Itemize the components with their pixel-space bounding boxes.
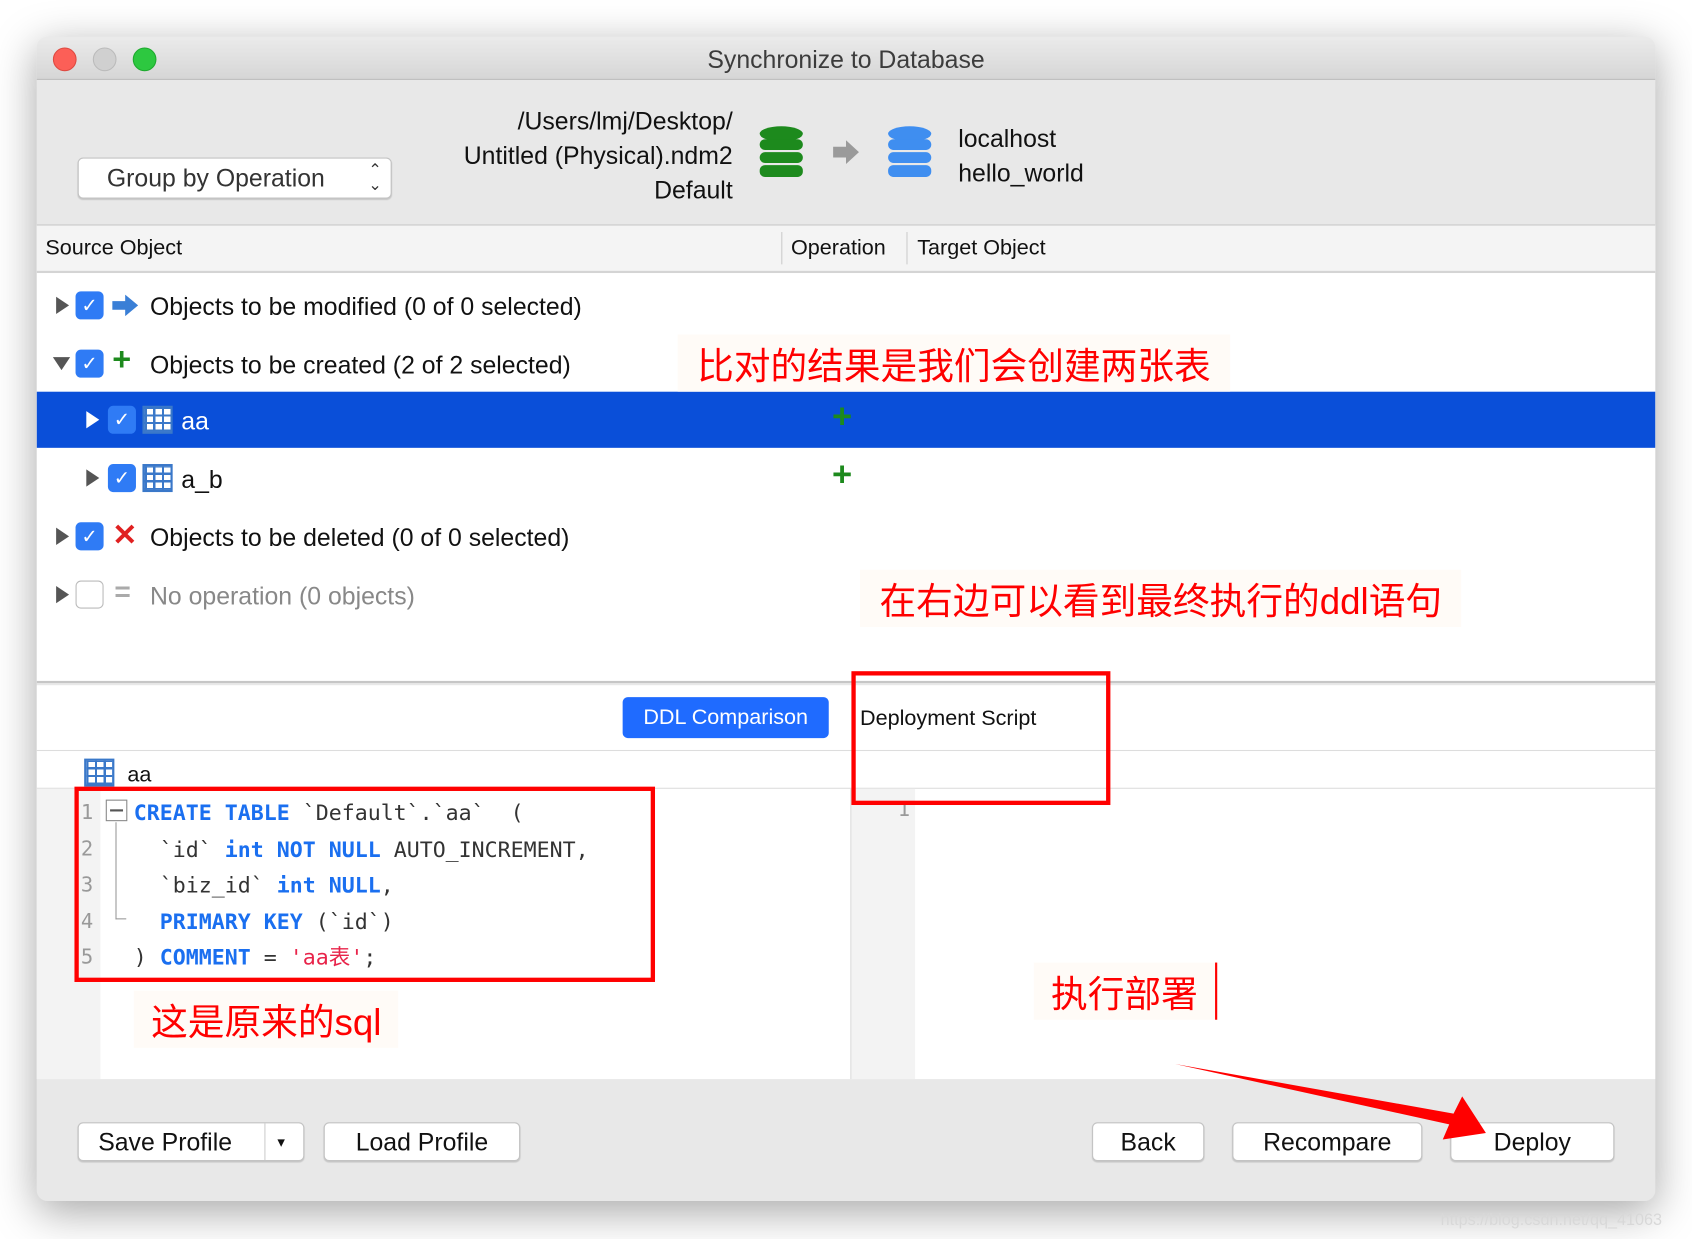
title-bar: Synchronize to Database <box>36 36 1656 80</box>
arrow-right-icon <box>112 294 139 317</box>
arrow-right-icon <box>833 140 859 165</box>
row-label: Objects to be created (2 of 2 selected) <box>149 350 571 379</box>
col-target-object[interactable]: Target Object <box>917 236 1045 261</box>
object-row-aa[interactable]: ✓ aa + <box>36 391 1656 448</box>
checkbox[interactable]: ✓ <box>107 464 136 493</box>
right-gutter <box>850 788 916 1080</box>
source-path: /Users/lmj/Desktop/ <box>517 106 733 135</box>
updown-chevron-icon: ⌃ ⌄ <box>368 160 383 195</box>
annotation-arrow-icon <box>1175 1063 1486 1140</box>
disclosure-triangle-icon[interactable] <box>56 296 70 315</box>
target-info: localhost hello_world <box>958 121 1084 190</box>
group-row-modified[interactable]: ✓ Objects to be modified (0 of 0 selecte… <box>37 277 1656 333</box>
checkbox[interactable]: ✓ <box>107 405 136 434</box>
disclosure-triangle-icon[interactable] <box>56 585 70 604</box>
disclosure-triangle-icon[interactable] <box>86 411 100 429</box>
annotation-created: 比对的结果是我们会创建两张表 <box>677 334 1231 392</box>
ddl-object-name: aa <box>127 762 152 787</box>
checkbox[interactable]: ✓ <box>75 291 104 320</box>
row-label: Objects to be deleted (0 of 0 selected) <box>149 523 570 552</box>
target-database-icon <box>888 126 932 177</box>
group-row-deleted[interactable]: ✓ ✕ Objects to be deleted (0 of 0 select… <box>37 508 1656 564</box>
load-profile-button[interactable]: Load Profile <box>323 1122 521 1162</box>
disclosure-triangle-icon[interactable] <box>86 469 100 487</box>
checkbox[interactable] <box>75 580 104 609</box>
col-operation[interactable]: Operation <box>791 236 886 261</box>
operation-plus-icon: + <box>831 396 853 435</box>
checkbox[interactable]: ✓ <box>75 522 104 551</box>
table-icon <box>84 758 115 787</box>
group-by-label: Group by Operation <box>106 163 325 192</box>
annotation-box-script <box>851 671 1111 806</box>
save-profile-button[interactable]: Save Profile ▾ <box>77 1122 305 1162</box>
group-by-select[interactable]: Group by Operation ⌃ ⌄ <box>77 157 392 199</box>
table-icon <box>142 405 173 434</box>
tab-ddl-comparison[interactable]: DDL Comparison <box>622 697 829 739</box>
dropdown-arrow-icon: ▾ <box>277 1132 285 1150</box>
annotation-deploy: 执行部署 <box>1033 962 1218 1020</box>
annotation-ddl: 在右边可以看到最终执行的ddl语句 <box>860 569 1462 627</box>
target-host: localhost <box>958 124 1057 153</box>
row-label: a_b <box>181 465 223 494</box>
equals-icon: = <box>114 575 131 608</box>
target-db: hello_world <box>958 158 1084 187</box>
source-info: /Users/lmj/Desktop/ Untitled (Physical).… <box>464 104 733 208</box>
row-label: Objects to be modified (0 of 0 selected) <box>149 292 582 321</box>
watermark: https://blog.csdn.net/qq_41063 <box>1440 1210 1662 1230</box>
x-icon: ✕ <box>112 517 138 552</box>
annotation-box-sql <box>74 786 656 982</box>
disclosure-triangle-icon[interactable] <box>56 527 70 545</box>
checkbox[interactable]: ✓ <box>75 349 104 378</box>
plus-icon: + <box>112 342 132 378</box>
row-label: No operation (0 objects) <box>149 581 415 610</box>
object-row-a_b[interactable]: ✓ a_b + <box>37 450 1656 506</box>
source-schema: Default <box>654 175 733 204</box>
source-database-icon <box>759 126 803 177</box>
source-file: Untitled (Physical).ndm2 <box>463 141 733 170</box>
disclosure-triangle-down-icon[interactable] <box>52 357 71 371</box>
annotation-original-sql: 这是原来的sql <box>133 990 399 1048</box>
row-label: aa <box>181 406 209 435</box>
window-title: Synchronize to Database <box>707 45 985 74</box>
table-icon <box>142 464 173 493</box>
list-header: Source Object Operation Target Object <box>36 225 1656 274</box>
operation-plus-icon: + <box>831 454 853 494</box>
col-source-object[interactable]: Source Object <box>45 236 182 261</box>
